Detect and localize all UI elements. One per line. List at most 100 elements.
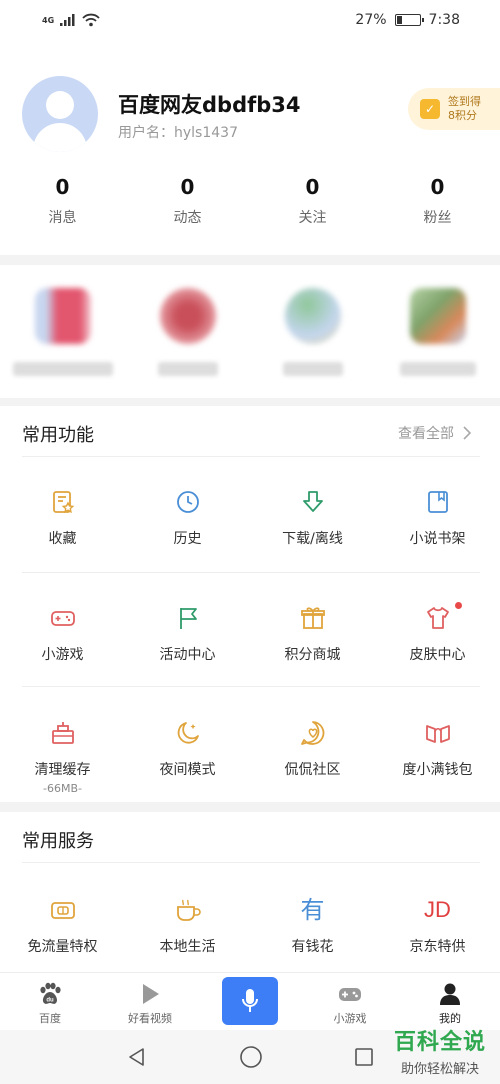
person-icon bbox=[440, 983, 460, 1005]
bottom-tab-bar: du 百度 好看视频 小游戏 我的 bbox=[0, 972, 500, 1030]
tab-minigames[interactable]: 小游戏 bbox=[300, 973, 400, 1030]
watermark: 百科全说 助你轻松解决 bbox=[394, 1024, 486, 1077]
notification-dot bbox=[455, 602, 462, 609]
gamepad-icon bbox=[339, 988, 361, 1001]
blurred-item[interactable] bbox=[375, 270, 500, 400]
blurred-thumbnail bbox=[409, 288, 466, 344]
tab-baidu[interactable]: du 百度 bbox=[0, 973, 100, 1030]
history-clock-icon bbox=[176, 491, 199, 513]
blurred-item[interactable] bbox=[0, 270, 125, 400]
stat-followers[interactable]: 0 粉丝 bbox=[375, 175, 500, 235]
watermark-subtitle: 助你轻松解决 bbox=[400, 1062, 479, 1077]
gift-icon bbox=[300, 607, 325, 629]
func-label: 小说书架 bbox=[409, 531, 466, 547]
tab-label: 小游戏 bbox=[333, 1012, 367, 1025]
tab-voice-search[interactable] bbox=[200, 973, 300, 1030]
service-label: 本地生活 bbox=[159, 939, 216, 955]
wifi-icon bbox=[82, 13, 100, 27]
stat-label: 消息 bbox=[48, 210, 77, 226]
back-icon[interactable] bbox=[126, 1046, 148, 1068]
avatar-head bbox=[46, 91, 74, 119]
stats-row: 0 消息 0 动态 0 关注 0 粉丝 bbox=[0, 175, 500, 235]
divider bbox=[22, 686, 480, 687]
shirt-icon bbox=[426, 607, 449, 629]
func-clear-cache[interactable]: 清理缓存 -66MB- bbox=[0, 703, 125, 817]
divider bbox=[22, 456, 480, 457]
checkin-text: 签到得 8积分 bbox=[448, 95, 481, 123]
services-row: 免流量特权 本地生活 有 有钱花 JD 京东特供 bbox=[0, 880, 500, 970]
status-right: 27% 7:38 bbox=[355, 12, 460, 28]
service-jd[interactable]: JD 京东特供 bbox=[375, 880, 500, 970]
blurred-thumbnail bbox=[284, 288, 341, 344]
func-label: 皮肤中心 bbox=[409, 647, 466, 663]
nickname[interactable]: 百度网友dbdfb34 bbox=[118, 89, 301, 119]
func-activity-center[interactable]: 活动中心 bbox=[125, 588, 250, 702]
checkin-button[interactable]: ✓ 签到得 8积分 bbox=[408, 88, 500, 130]
status-bar: 4G 27% 7:38 bbox=[0, 0, 500, 40]
func-community[interactable]: 侃侃社区 bbox=[250, 703, 375, 817]
common-services-title: 常用服务 bbox=[22, 831, 94, 852]
baidu-paw-icon: du bbox=[40, 982, 61, 1004]
stat-activity[interactable]: 0 动态 bbox=[125, 175, 250, 235]
func-history[interactable]: 历史 bbox=[125, 472, 250, 586]
youqianhua-icon: 有 bbox=[300, 896, 325, 924]
service-local-life[interactable]: 本地生活 bbox=[125, 880, 250, 970]
stat-following[interactable]: 0 关注 bbox=[250, 175, 375, 235]
moon-icon bbox=[177, 722, 199, 744]
blurred-item[interactable] bbox=[125, 270, 250, 400]
tab-mine[interactable]: 我的 bbox=[400, 973, 500, 1030]
avatar[interactable] bbox=[22, 76, 98, 152]
func-bookshelf[interactable]: 小说书架 bbox=[375, 472, 500, 586]
func-points-mall[interactable]: 积分商城 bbox=[250, 588, 375, 702]
func-label: 收藏 bbox=[48, 531, 77, 547]
voice-search-button[interactable] bbox=[222, 977, 278, 1025]
stat-value: 0 bbox=[55, 175, 70, 199]
stat-label: 动态 bbox=[173, 210, 202, 226]
play-icon bbox=[143, 984, 159, 1004]
favorites-icon bbox=[52, 491, 74, 514]
blurred-item[interactable] bbox=[250, 270, 375, 400]
blurred-label bbox=[157, 362, 218, 376]
tab-haokan-video[interactable]: 好看视频 bbox=[100, 973, 200, 1030]
func-night-mode[interactable]: 夜间模式 bbox=[125, 703, 250, 817]
status-left: 4G bbox=[42, 13, 100, 27]
func-wallet[interactable]: 度小满钱包 bbox=[375, 703, 500, 817]
func-skin-center[interactable]: 皮肤中心 bbox=[375, 588, 500, 702]
section-separator bbox=[0, 255, 500, 265]
func-label: 夜间模式 bbox=[159, 762, 216, 778]
checkin-line1: 签到得 bbox=[448, 95, 481, 108]
func-minigames[interactable]: 小游戏 bbox=[0, 588, 125, 702]
stat-value: 0 bbox=[305, 175, 320, 199]
func-label: 清理缓存 bbox=[34, 762, 91, 778]
community-icon bbox=[300, 721, 324, 745]
stat-value: 0 bbox=[180, 175, 195, 199]
tab-label: 好看视频 bbox=[128, 1012, 172, 1025]
service-data-free[interactable]: 免流量特权 bbox=[0, 880, 125, 970]
jd-icon: JD bbox=[424, 897, 451, 922]
checkin-line2: 8积分 bbox=[448, 109, 477, 122]
service-label: 免流量特权 bbox=[27, 939, 98, 955]
home-icon[interactable] bbox=[239, 1045, 263, 1069]
service-youqianhua[interactable]: 有 有钱花 bbox=[250, 880, 375, 970]
chevron-right-icon bbox=[463, 426, 472, 440]
func-label: 侃侃社区 bbox=[284, 762, 341, 778]
calendar-check-icon: ✓ bbox=[420, 99, 440, 119]
blurred-label bbox=[12, 362, 113, 376]
func-favorites[interactable]: 收藏 bbox=[0, 472, 125, 586]
stat-messages[interactable]: 0 消息 bbox=[0, 175, 125, 235]
blurred-thumbnail bbox=[34, 288, 91, 344]
cell-signal-icon bbox=[60, 14, 75, 26]
func-label: 度小满钱包 bbox=[402, 762, 473, 778]
battery-percent: 27% bbox=[355, 12, 387, 28]
blurred-label bbox=[399, 362, 476, 376]
functions-row-3: 清理缓存 -66MB- 夜间模式 侃侃社区 度小满钱包 bbox=[0, 703, 500, 817]
bookshelf-icon bbox=[427, 491, 448, 513]
recents-icon[interactable] bbox=[354, 1047, 374, 1067]
watermark-title: 百科全说 bbox=[393, 1030, 486, 1055]
view-all-link[interactable]: 查看全部 bbox=[398, 423, 472, 443]
download-icon bbox=[302, 491, 323, 512]
gamepad-icon bbox=[50, 611, 75, 626]
blurred-thumbnail bbox=[159, 288, 216, 344]
func-download[interactable]: 下载/离线 bbox=[250, 472, 375, 586]
functions-row-2: 小游戏 活动中心 积分商城 皮肤中心 bbox=[0, 588, 500, 702]
